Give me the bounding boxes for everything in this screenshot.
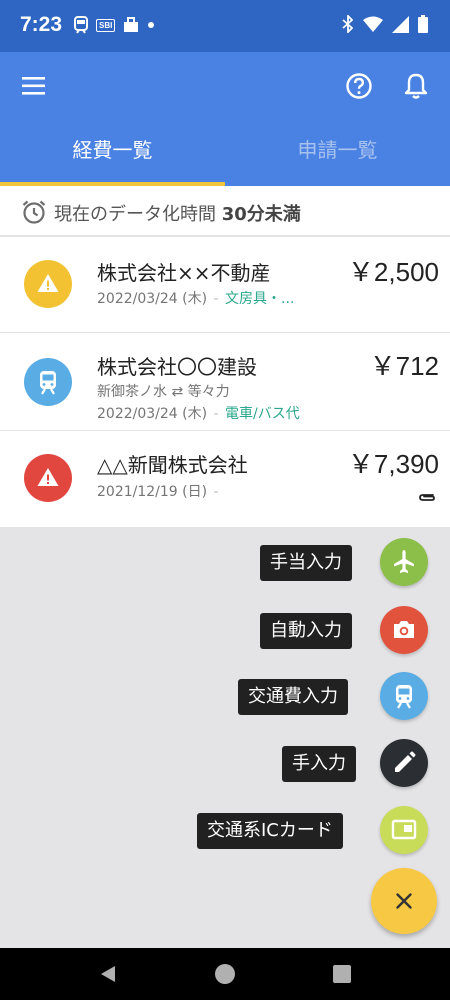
bell-icon[interactable]: [402, 71, 430, 101]
expense-route: 新御茶ノ水 ⇄ 等々力: [97, 384, 230, 400]
alarm-clock-icon: [22, 200, 46, 224]
train-icon[interactable]: [380, 672, 428, 720]
train-icon: [24, 358, 72, 406]
expense-list: 株式会社××不動産 ￥2,500 2022/03/24 (木) - 文房具・..…: [0, 237, 450, 527]
expense-category: 文房具・...: [225, 291, 295, 307]
warning-icon: [24, 454, 72, 502]
status-time: 7:23: [20, 13, 63, 36]
notice-prefix: 現在のデータ化時間: [54, 204, 216, 225]
pencil-icon[interactable]: [380, 739, 428, 787]
expense-row[interactable]: △△新聞株式会社 ￥7,390 2021/12/19 (日) -: [0, 431, 450, 527]
expense-row[interactable]: 株式会社××不動産 ￥2,500 2022/03/24 (木) - 文房具・..…: [0, 237, 450, 333]
close-fab-button[interactable]: [371, 868, 437, 934]
status-bar: 7:23 SBI: [0, 0, 450, 52]
fab-allowance-entry[interactable]: 手当入力: [0, 538, 450, 588]
fab-ic-card-entry[interactable]: 交通系ICカード: [0, 806, 450, 856]
battery-icon: [418, 15, 428, 33]
expense-meta: 2022/03/24 (木) - 文房具・...: [97, 288, 294, 308]
briefcase-icon: [124, 17, 139, 32]
back-icon[interactable]: [98, 964, 118, 984]
sbi-icon: SBI: [96, 18, 116, 32]
fab-label-transport[interactable]: 交通費入力: [238, 679, 348, 715]
expense-date: 2022/03/24 (木): [97, 291, 208, 307]
wifi-icon: [363, 16, 383, 32]
expense-amount: ￥712: [369, 351, 439, 381]
help-icon[interactable]: [344, 71, 374, 101]
expense-meta: 2022/03/24 (木) - 電車/バス代: [97, 403, 300, 423]
expense-vendor: △△新聞株式会社: [97, 453, 248, 477]
status-notification-icons: SBI: [74, 16, 155, 34]
airplane-icon[interactable]: [380, 538, 428, 586]
app-bar: 経費一覧 申請一覧: [0, 52, 450, 186]
fab-auto-entry[interactable]: 自動入力: [0, 606, 450, 656]
tab-request-list[interactable]: 申請一覧: [225, 134, 450, 163]
warning-icon: [24, 260, 72, 308]
expense-separator: -: [213, 406, 219, 422]
close-icon[interactable]: [371, 868, 437, 934]
fab-label-ic-card[interactable]: 交通系ICカード: [197, 813, 343, 849]
fab-label-allowance[interactable]: 手当入力: [260, 545, 352, 581]
fab-label-auto[interactable]: 自動入力: [260, 613, 352, 649]
expense-row[interactable]: 株式会社〇〇建設 ￥712 新御茶ノ水 ⇄ 等々力 2022/03/24 (木)…: [0, 333, 450, 431]
expense-vendor: 株式会社××不動産: [97, 261, 271, 285]
data-processing-notice: 現在のデータ化時間 30分未満: [0, 186, 450, 236]
recents-icon[interactable]: [333, 965, 351, 983]
expense-separator: -: [213, 291, 219, 307]
tab-expense-list[interactable]: 経費一覧: [0, 134, 225, 163]
expense-amount: ￥2,500: [347, 257, 439, 287]
fab-label-manual[interactable]: 手入力: [282, 746, 356, 782]
notice-text: 現在のデータ化時間 30分未満: [54, 200, 301, 226]
signal-icon: [392, 15, 409, 33]
expense-amount: ￥7,390: [347, 449, 439, 479]
ic-card-icon[interactable]: [380, 806, 428, 854]
expense-date: 2022/03/24 (木): [97, 406, 208, 422]
expense-date: 2021/12/19 (日): [97, 484, 208, 500]
expense-separator: -: [213, 484, 219, 500]
camera-icon[interactable]: [380, 606, 428, 654]
home-icon[interactable]: [215, 964, 235, 984]
menu-icon[interactable]: [18, 72, 50, 100]
train-icon: [74, 16, 88, 34]
expense-vendor: 株式会社〇〇建設: [97, 355, 257, 379]
system-nav-bar: [0, 948, 450, 1000]
expense-meta: 2021/12/19 (日) -: [97, 481, 221, 501]
dot-icon: [148, 22, 155, 28]
status-system-icons: [342, 15, 428, 33]
fab-transport-entry[interactable]: 交通費入力: [0, 672, 450, 722]
bluetooth-icon: [342, 15, 354, 33]
notice-duration: 30分未満: [221, 204, 301, 225]
paperclip-icon: [419, 494, 435, 501]
expense-category: 電車/バス代: [225, 406, 300, 422]
fab-manual-entry[interactable]: 手入力: [0, 739, 450, 789]
